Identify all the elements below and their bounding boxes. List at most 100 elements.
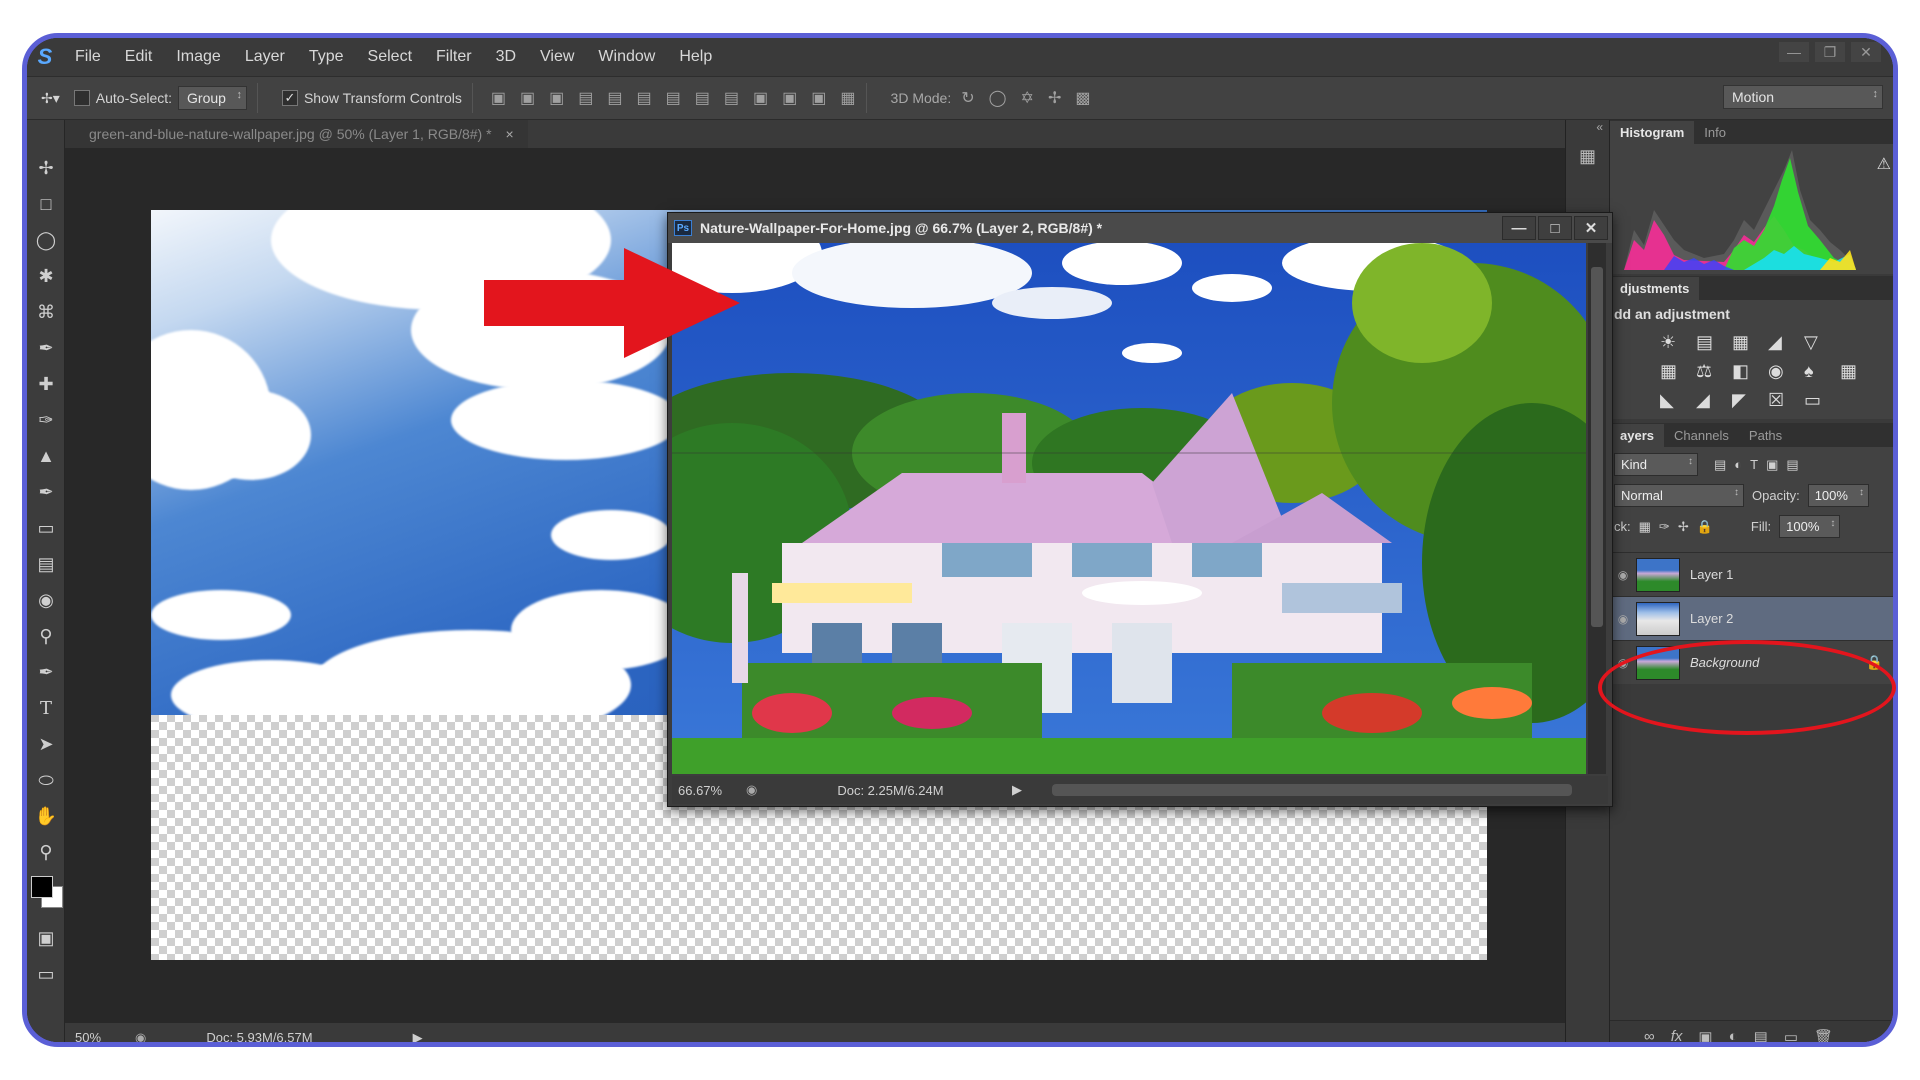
eyedropper-icon[interactable]: ✒ [27, 330, 65, 366]
menu-filter[interactable]: Filter [424, 48, 484, 66]
tab-histogram[interactable]: Histogram [1610, 121, 1695, 144]
black-white-icon[interactable]: ◧ [1732, 361, 1762, 382]
hue-saturation-icon[interactable]: ▦ [1660, 361, 1690, 382]
delete-layer-icon[interactable]: 🗑 [1814, 1028, 1833, 1043]
distribute-vcenter-icon[interactable]: ▤ [695, 88, 710, 108]
3d-slide-icon[interactable]: ✢ [1048, 88, 1061, 108]
color-swatches[interactable] [27, 870, 65, 920]
maximize-icon[interactable]: □ [1538, 216, 1572, 240]
status-menu-arrow-icon[interactable]: ▶ [413, 1030, 423, 1043]
filter-shape-icon[interactable]: ▣ [1766, 457, 1778, 473]
align-hcenter-icon[interactable]: ▤ [607, 88, 622, 108]
distribute-hcenter-icon[interactable]: ▣ [782, 88, 797, 108]
layer-row-layer-1[interactable]: ◉ Layer 1 [1610, 552, 1893, 596]
pen-tool-icon[interactable]: ✒ [27, 654, 65, 690]
align-left-icon[interactable]: ▤ [578, 88, 593, 108]
menu-image[interactable]: Image [164, 48, 232, 66]
distribute-bottom-icon[interactable]: ▤ [724, 88, 739, 108]
clone-stamp-icon[interactable]: ▲ [27, 438, 65, 474]
lock-all-icon[interactable]: 🔒 [1697, 519, 1713, 535]
opacity-input[interactable]: 100% [1807, 484, 1869, 507]
auto-select-checkbox[interactable] [73, 90, 90, 106]
3d-drag-icon[interactable]: ✡ [1021, 88, 1034, 108]
levels-icon[interactable]: ▤ [1696, 332, 1726, 353]
3d-rotate-icon[interactable]: ↻ [961, 88, 974, 108]
distribute-right-icon[interactable]: ▣ [811, 88, 826, 108]
main-zoom-level[interactable]: 50% [65, 1030, 135, 1042]
menu-file[interactable]: File [63, 48, 113, 66]
floating-window-titlebar[interactable]: Ps Nature-Wallpaper-For-Home.jpg @ 66.7%… [668, 213, 1612, 243]
color-lookup-icon[interactable]: ▦ [1840, 361, 1870, 382]
align-right-icon[interactable]: ▤ [637, 88, 652, 108]
floating-horizontal-scrollbar[interactable] [1052, 784, 1572, 796]
magic-wand-icon[interactable]: ✱ [27, 258, 65, 294]
link-layers-icon[interactable]: ∞ [1644, 1028, 1655, 1042]
lock-transparent-icon[interactable]: ▦ [1639, 519, 1651, 535]
zoom-tool-icon[interactable]: ⚲ [27, 834, 65, 870]
dodge-tool-icon[interactable]: ⚲ [27, 618, 65, 654]
tab-channels[interactable]: Channels [1664, 424, 1739, 447]
menu-layer[interactable]: Layer [233, 48, 297, 66]
menu-3d[interactable]: 3D [484, 48, 528, 66]
photo-filter-icon[interactable]: ◉ [1768, 361, 1798, 382]
distribute-left-icon[interactable]: ▣ [753, 88, 768, 108]
quick-mask-icon[interactable]: ▣ [27, 920, 65, 956]
menu-help[interactable]: Help [667, 48, 724, 66]
3d-roll-icon[interactable]: ◯ [989, 88, 1007, 108]
healing-brush-icon[interactable]: ✚ [27, 366, 65, 402]
distribute-top-icon[interactable]: ▤ [666, 88, 681, 108]
minimize-icon[interactable]: — [1779, 42, 1809, 62]
filter-adjustment-icon[interactable]: ◐ [1734, 457, 1742, 472]
align-bottom-icon[interactable]: ▣ [549, 88, 564, 108]
scrollbar-thumb[interactable] [1591, 267, 1603, 627]
lasso-tool-icon[interactable]: ◯ [27, 222, 65, 258]
brightness-contrast-icon[interactable]: ☀ [1660, 332, 1690, 353]
status-info-icon[interactable]: ◉ [746, 782, 757, 798]
tab-layers[interactable]: ayers [1610, 424, 1664, 447]
foreground-color[interactable] [31, 876, 53, 898]
restore-icon[interactable]: ❐ [1815, 42, 1845, 62]
histogram-warning-icon[interactable]: ⚠ [1877, 154, 1891, 174]
exposure-icon[interactable]: ◢ [1768, 332, 1798, 353]
history-panel-icon[interactable]: ▦ [1566, 146, 1609, 167]
align-top-icon[interactable]: ▣ [491, 88, 506, 108]
visibility-eye-icon[interactable]: ◉ [1610, 612, 1636, 626]
show-transform-checkbox[interactable]: ✓ [281, 90, 298, 106]
new-group-icon[interactable]: ▤ [1754, 1028, 1768, 1043]
menu-type[interactable]: Type [297, 48, 356, 66]
layer-row-layer-2[interactable]: ◉ Layer 2 [1610, 596, 1893, 640]
filter-pixel-icon[interactable]: ▤ [1714, 457, 1726, 473]
floating-document-window[interactable]: Ps Nature-Wallpaper-For-Home.jpg @ 66.7%… [667, 212, 1613, 807]
document-tab[interactable]: green-and-blue-nature-wallpaper.jpg @ 50… [65, 120, 528, 148]
menu-window[interactable]: Window [586, 48, 667, 66]
path-selection-icon[interactable]: ➤ [27, 726, 65, 762]
channel-mixer-icon[interactable]: ♠ [1804, 361, 1834, 382]
tab-adjustments[interactable]: djustments [1610, 277, 1700, 300]
kind-filter-dropdown[interactable]: Kind [1614, 453, 1698, 476]
posterize-icon[interactable]: ◢ [1696, 390, 1726, 411]
blur-tool-icon[interactable]: ◉ [27, 582, 65, 618]
move-tool-icon[interactable]: ✢ [27, 150, 65, 186]
tab-paths[interactable]: Paths [1739, 424, 1792, 447]
brush-tool-icon[interactable]: ✑ [27, 402, 65, 438]
close-icon[interactable]: ✕ [1851, 42, 1881, 62]
house-photo[interactable] [672, 243, 1586, 774]
history-brush-icon[interactable]: ✒ [27, 474, 65, 510]
marquee-tool-icon[interactable]: □ [27, 186, 65, 222]
filter-type-icon[interactable]: T [1750, 457, 1758, 472]
menu-edit[interactable]: Edit [113, 48, 165, 66]
tab-info[interactable]: Info [1694, 121, 1736, 144]
fill-input[interactable]: 100% [1779, 515, 1841, 538]
new-adjustment-icon[interactable]: ◐ [1729, 1028, 1738, 1042]
lock-image-icon[interactable]: ✑ [1659, 519, 1670, 535]
vibrance-icon[interactable]: ▽ [1804, 332, 1834, 353]
type-tool-icon[interactable]: T [27, 690, 65, 726]
color-balance-icon[interactable]: ⚖ [1696, 361, 1726, 382]
visibility-eye-icon[interactable]: ◉ [1610, 568, 1636, 582]
layer-style-icon[interactable]: fx [1671, 1028, 1683, 1042]
shape-tool-icon[interactable]: ⬭ [27, 762, 65, 798]
gradient-map-icon[interactable]: ▭ [1804, 390, 1834, 411]
menu-select[interactable]: Select [356, 48, 424, 66]
filter-smart-object-icon[interactable]: ▤ [1786, 457, 1798, 473]
status-menu-arrow-icon[interactable]: ▶ [1012, 782, 1022, 798]
